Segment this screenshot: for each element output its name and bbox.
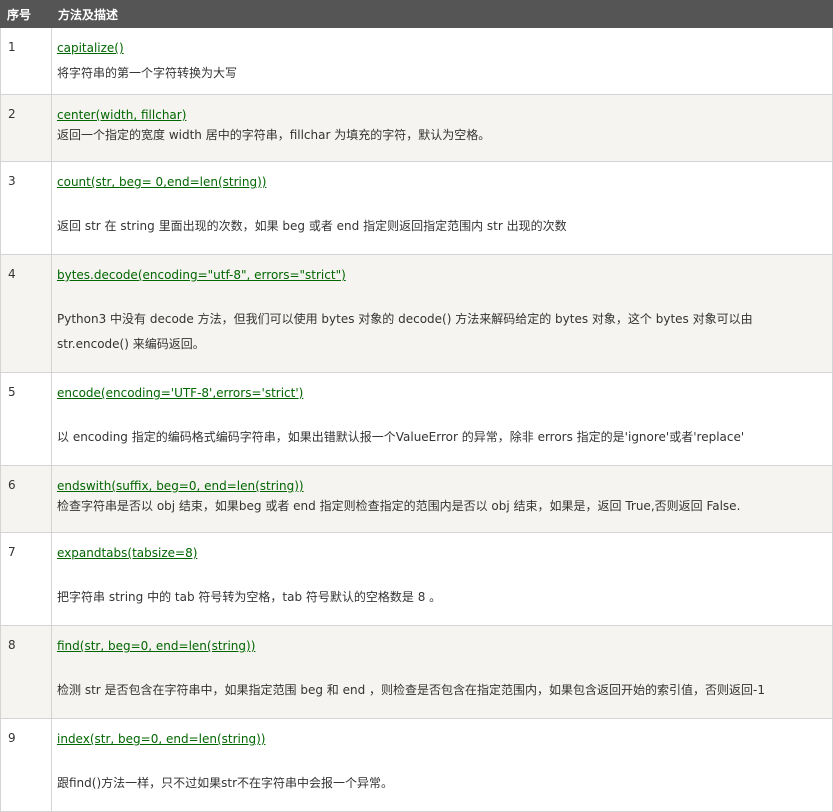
row-index: 3 (0, 161, 52, 255)
row-content: find(str, beg=0, end=len(string)) 检测 str… (51, 625, 833, 719)
table-row: 2 center(width, fillchar) 返回一个指定的宽度 widt… (0, 94, 833, 162)
string-methods-table: 序号 方法及描述 1 capitalize() 将字符串的第一个字符转换为大写 … (0, 0, 833, 812)
row-index: 4 (0, 254, 52, 373)
table-row: 6 endswith(suffix, beg=0, end=len(string… (0, 465, 833, 533)
row-content: expandtabs(tabsize=8) 把字符串 string 中的 tab… (51, 532, 833, 626)
method-link[interactable]: index(str, beg=0, end=len(string)) (57, 731, 832, 747)
row-content: center(width, fillchar) 返回一个指定的宽度 width … (51, 94, 833, 162)
row-index: 9 (0, 718, 52, 812)
method-description-cont: str.encode() 来编码返回。 (57, 337, 205, 351)
method-description: 跟find()方法一样，只不过如果str不在字符串中会报一个异常。 (57, 776, 394, 790)
table-header-row: 序号 方法及描述 (0, 0, 833, 28)
row-content: encode(encoding='UTF-8',errors='strict')… (51, 372, 833, 466)
header-method: 方法及描述 (51, 0, 833, 28)
method-description: 把字符串 string 中的 tab 符号转为空格，tab 符号默认的空格数是 … (57, 590, 442, 604)
row-index: 2 (0, 94, 52, 162)
row-content: capitalize() 将字符串的第一个字符转换为大写 (51, 27, 833, 95)
method-link[interactable]: encode(encoding='UTF-8',errors='strict') (57, 385, 832, 401)
row-content: bytes.decode(encoding="utf-8", errors="s… (51, 254, 833, 373)
method-link[interactable]: bytes.decode(encoding="utf-8", errors="s… (57, 267, 832, 283)
method-link[interactable]: endswith(suffix, beg=0, end=len(string)) (57, 478, 832, 494)
method-description: 以 encoding 指定的编码格式编码字符串，如果出错默认报一个ValueEr… (57, 430, 745, 444)
table-row: 5 encode(encoding='UTF-8',errors='strict… (0, 372, 833, 466)
method-description: 返回一个指定的宽度 width 居中的字符串，fillchar 为填充的字符，默… (57, 128, 491, 142)
row-index: 1 (0, 27, 52, 95)
method-description: 检查字符串是否以 obj 结束，如果beg 或者 end 指定则检查指定的范围内… (57, 499, 741, 513)
method-description: Python3 中没有 decode 方法，但我们可以使用 bytes 对象的 … (57, 312, 753, 326)
table-row: 7 expandtabs(tabsize=8) 把字符串 string 中的 t… (0, 532, 833, 626)
method-link[interactable]: count(str, beg= 0,end=len(string)) (57, 174, 832, 190)
header-index: 序号 (0, 0, 52, 28)
method-description: 返回 str 在 string 里面出现的次数，如果 beg 或者 end 指定… (57, 219, 567, 233)
row-index: 8 (0, 625, 52, 719)
method-description: 将字符串的第一个字符转换为大写 (57, 66, 238, 80)
row-content: endswith(suffix, beg=0, end=len(string))… (51, 465, 833, 533)
row-content: index(str, beg=0, end=len(string)) 跟find… (51, 718, 833, 812)
method-description: 检测 str 是否包含在字符串中，如果指定范围 beg 和 end ，则检查是否… (57, 683, 765, 697)
row-index: 5 (0, 372, 52, 466)
table-row: 3 count(str, beg= 0,end=len(string)) 返回 … (0, 161, 833, 255)
table-row: 9 index(str, beg=0, end=len(string)) 跟fi… (0, 718, 833, 812)
method-link[interactable]: capitalize() (57, 40, 832, 56)
table-row: 4 bytes.decode(encoding="utf-8", errors=… (0, 254, 833, 373)
method-link[interactable]: expandtabs(tabsize=8) (57, 545, 832, 561)
method-link[interactable]: find(str, beg=0, end=len(string)) (57, 638, 832, 654)
row-index: 7 (0, 532, 52, 626)
row-content: count(str, beg= 0,end=len(string)) 返回 st… (51, 161, 833, 255)
row-index: 6 (0, 465, 52, 533)
table-row: 1 capitalize() 将字符串的第一个字符转换为大写 (0, 27, 833, 95)
table-row: 8 find(str, beg=0, end=len(string)) 检测 s… (0, 625, 833, 719)
method-link[interactable]: center(width, fillchar) (57, 107, 832, 123)
